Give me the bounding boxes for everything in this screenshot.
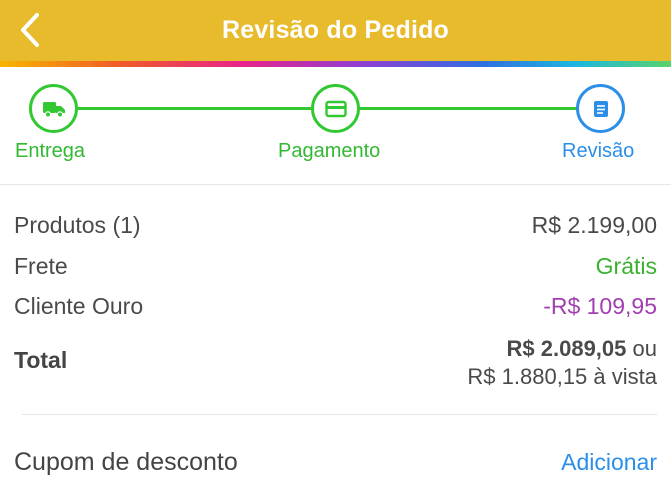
total-label: Total — [14, 347, 68, 373]
summary-row-club-discount: Cliente Ouro -R$ 109,95 — [14, 293, 657, 320]
products-label: Produtos (1) — [14, 212, 141, 238]
checkout-stepper: Entrega Pagamento Revisão — [0, 67, 671, 183]
products-value: R$ 2.199,00 — [531, 212, 657, 238]
total-value: R$ 2.089,05 — [506, 336, 627, 361]
step-connector — [359, 107, 577, 110]
section-divider — [0, 184, 671, 185]
receipt-icon — [593, 100, 608, 117]
step-review[interactable] — [576, 84, 625, 133]
step-label-delivery: Entrega — [15, 140, 86, 162]
page-title: Revisão do Pedido — [221, 16, 450, 44]
total-value-block: R$ 2.089,05 ou R$ 1.880,15 à vista — [467, 335, 657, 391]
step-connector — [74, 107, 311, 110]
credit-card-icon — [324, 100, 347, 117]
step-payment[interactable] — [311, 84, 360, 133]
shipping-value: Grátis — [595, 253, 657, 279]
back-button[interactable] — [12, 12, 48, 48]
club-discount-value: -R$ 109,95 — [543, 293, 657, 319]
total-or: ou — [632, 336, 657, 361]
coupon-label: Cupom de desconto — [14, 448, 238, 476]
top-bar: Revisão do Pedido — [0, 0, 671, 61]
summary-row-shipping: Frete Grátis — [14, 253, 657, 280]
truck-icon — [42, 101, 65, 118]
shipping-label: Frete — [14, 253, 68, 279]
step-delivery[interactable] — [29, 84, 78, 133]
step-label-payment: Pagamento — [278, 140, 381, 162]
total-cash-value: R$ 1.880,15 à vista — [467, 364, 657, 389]
section-divider — [22, 414, 657, 415]
add-coupon-link[interactable]: Adicionar — [561, 449, 657, 476]
step-label-review: Revisão — [562, 140, 635, 162]
coupon-row: Cupom de desconto Adicionar — [14, 448, 657, 477]
club-label: Cliente Ouro — [14, 293, 144, 319]
summary-row-products: Produtos (1) R$ 2.199,00 — [14, 212, 657, 239]
chevron-left-icon — [21, 13, 39, 47]
